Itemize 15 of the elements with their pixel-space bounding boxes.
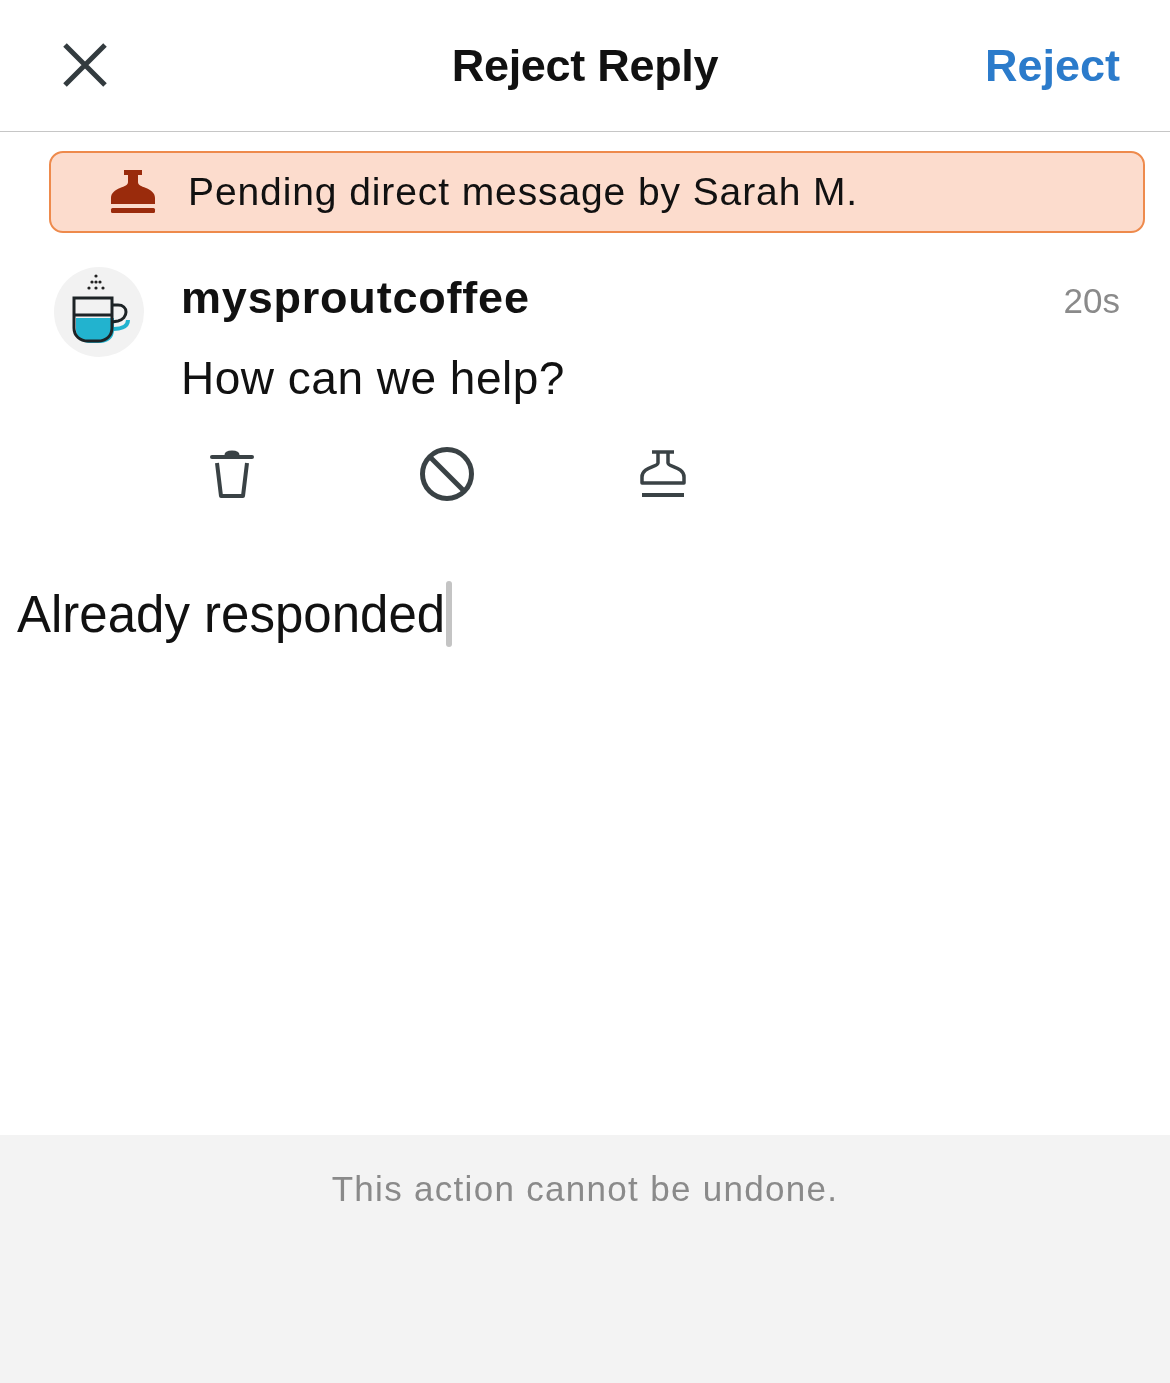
- prohibited-icon[interactable]: [420, 447, 474, 502]
- reason-field[interactable]: Already responded: [17, 581, 453, 648]
- banner-text: Pending direct message by Sarah M.: [188, 170, 859, 214]
- screen-title: Reject Reply: [451, 39, 719, 92]
- stamp-icon[interactable]: [638, 449, 688, 500]
- coffee-cup-avatar-icon: [54, 267, 144, 357]
- text-cursor-icon: [446, 581, 453, 648]
- author-name: mysproutcoffee: [181, 273, 530, 323]
- reject-button[interactable]: Reject: [984, 39, 1120, 92]
- stamp-icon: [108, 169, 158, 215]
- message-text: How can we help?: [181, 352, 566, 404]
- close-icon[interactable]: [62, 41, 108, 88]
- message-time: 20s: [1063, 281, 1120, 321]
- warning-text: This action cannot be undone.: [331, 1169, 839, 1209]
- trash-icon[interactable]: [210, 449, 254, 500]
